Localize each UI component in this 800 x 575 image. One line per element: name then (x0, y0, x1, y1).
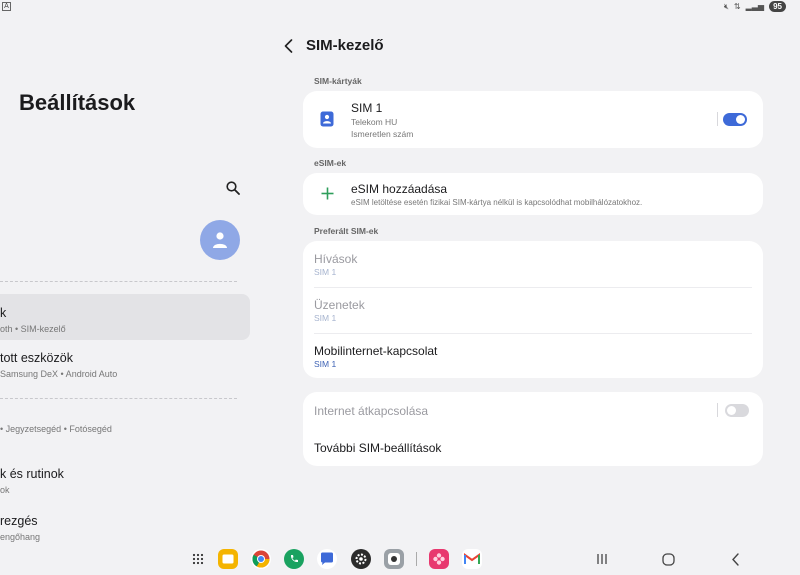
add-esim-description: eSIM letöltése esetén fizikai SIM-kártya… (351, 198, 643, 207)
preferred-sims-panel: Hívások SIM 1 Üzenetek SIM 1 Mobilintern… (303, 241, 763, 378)
phone-app-icon[interactable] (284, 549, 304, 569)
messages-app-icon[interactable] (317, 549, 337, 569)
sim-card-panel: SIM 1 Telekom HU Ismeretlen szám (303, 91, 763, 148)
navigation-bar (0, 540, 800, 575)
sim1-number: Ismeretlen szám (351, 129, 414, 139)
separator (717, 403, 718, 417)
settings-app-icon[interactable] (351, 549, 371, 569)
gmail-app-icon[interactable] (462, 549, 482, 569)
settings-item-connections[interactable]: k oth • SIM-kezelő (0, 294, 250, 340)
add-esim-row[interactable]: eSIM hozzáadása eSIM letöltése esetén fi… (303, 173, 763, 215)
notes-app-icon[interactable] (218, 549, 238, 569)
sim1-toggle[interactable] (723, 113, 747, 126)
messages-title: Üzenetek (314, 298, 365, 312)
camera-app-icon[interactable] (384, 549, 404, 569)
signal-icon: ▂▃▅ (745, 2, 765, 11)
app-drawer-icon[interactable] (188, 549, 208, 569)
section-label-sim-cards: SIM-kártyák (314, 76, 362, 86)
section-label-preferred: Preferált SIM-ek (314, 226, 379, 236)
recents-icon (597, 554, 607, 564)
separator (717, 112, 718, 126)
mobile-data-row[interactable]: Mobilinternet-kapcsolat SIM 1 (303, 333, 763, 378)
battery-indicator: 95 (769, 1, 786, 12)
mobile-data-value: SIM 1 (314, 359, 337, 369)
recent-apps-button[interactable] (593, 550, 611, 568)
page-title: Beállítások (19, 90, 136, 115)
settings-item-modes-routines[interactable]: k és rutinok ok (0, 467, 250, 497)
messages-row[interactable]: Üzenetek SIM 1 (303, 287, 763, 333)
mute-icon: 🔇︎ (723, 1, 729, 11)
internet-switch-row[interactable]: Internet átkapcsolása (303, 392, 763, 429)
wifi-calling-icon: ⇅ (733, 2, 741, 11)
settings-item-sounds-vibration[interactable]: rezgés engőhang (0, 514, 250, 542)
home-button[interactable] (659, 550, 677, 568)
internet-switch-title: Internet átkapcsolása (314, 404, 429, 418)
sim1-row[interactable]: SIM 1 Telekom HU Ismeretlen szám (303, 91, 763, 148)
detail-header: SIM-kezelő (284, 37, 384, 54)
back-button[interactable] (284, 38, 294, 53)
sim-card-icon (320, 111, 334, 127)
system-back-button[interactable] (726, 550, 744, 568)
dock-separator (416, 552, 417, 566)
sim1-carrier: Telekom HU (351, 117, 398, 127)
calls-title: Hívások (314, 252, 358, 266)
divider (0, 398, 237, 399)
section-label-esims: eSIM-ek (314, 158, 347, 168)
person-icon (213, 232, 227, 248)
divider (0, 281, 237, 282)
chevron-left-icon (284, 38, 293, 53)
plus-icon (321, 187, 334, 200)
mobile-data-title: Mobilinternet-kapcsolat (314, 344, 438, 358)
other-settings-panel: Internet átkapcsolása További SIM-beállí… (303, 392, 763, 466)
esim-panel: eSIM hozzáadása eSIM letöltése esetén fi… (303, 173, 763, 215)
calls-value: SIM 1 (314, 267, 337, 277)
settings-list-panel: Beállítások k oth • SIM-kezelő tott eszk… (0, 0, 265, 542)
sim1-title: SIM 1 (351, 101, 383, 115)
calls-row[interactable]: Hívások SIM 1 (303, 241, 763, 287)
detail-title: SIM-kezelő (306, 37, 384, 54)
home-icon (661, 552, 675, 566)
messages-value: SIM 1 (314, 313, 337, 323)
add-esim-title: eSIM hozzáadása (351, 182, 448, 196)
status-icons: 🔇︎ ⇅ ▂▃▅ 95 (724, 1, 786, 12)
search-icon[interactable] (226, 181, 240, 195)
more-sim-settings-row[interactable]: További SIM-beállítások (303, 429, 763, 466)
settings-item-connected-devices[interactable]: tott eszközök Samsung DeX • Android Auto (0, 351, 250, 387)
chrome-icon[interactable] (251, 549, 271, 569)
back-icon (731, 552, 739, 566)
profile-avatar[interactable] (200, 220, 240, 260)
gallery-app-icon[interactable] (429, 549, 449, 569)
more-sim-settings-title: További SIM-beállítások (314, 441, 442, 455)
settings-item-advanced-features[interactable]: • Jegyzetsegéd • Fotósegéd (0, 420, 250, 450)
internet-switch-toggle[interactable] (725, 404, 749, 417)
